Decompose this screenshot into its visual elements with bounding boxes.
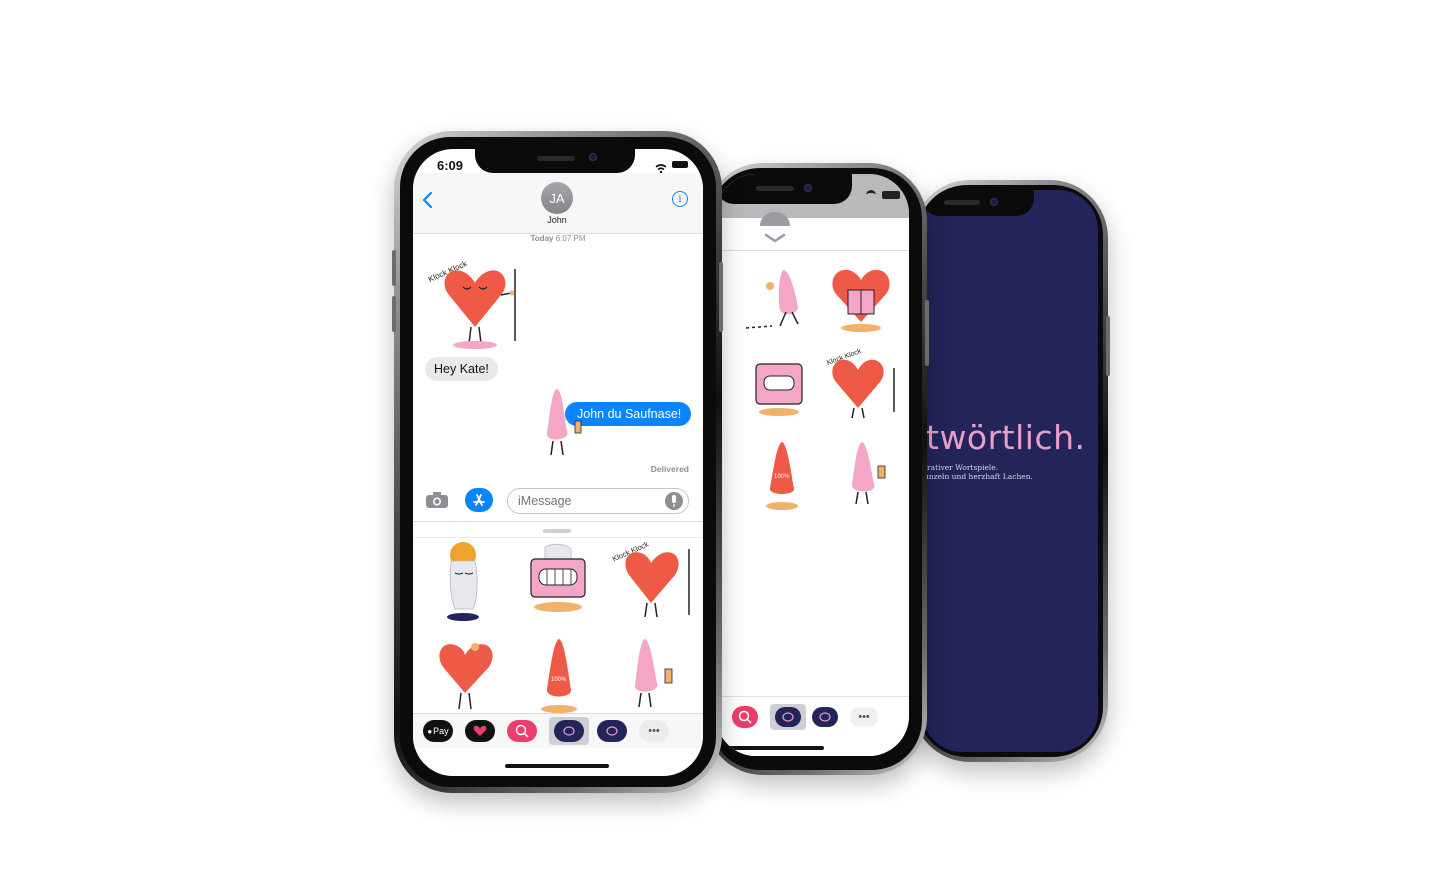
sticker-walking-nose[interactable] <box>744 264 810 334</box>
app-chat-icon[interactable] <box>812 707 838 727</box>
app-search-globe-icon[interactable] <box>732 706 758 728</box>
app-store-icon[interactable] <box>465 488 493 512</box>
app-chat-icon[interactable] <box>597 720 627 742</box>
tagline-line-1: trativer Wortspiele. <box>924 463 999 472</box>
wifi-icon <box>866 190 876 201</box>
sticker-heart-knock-drawer[interactable]: Klock Klock <box>609 540 695 621</box>
tagline-line-2: unzeln und herzhaft Lachen. <box>924 472 1033 481</box>
wifi-icon <box>655 160 667 174</box>
phone-2-speaker <box>756 186 794 191</box>
drawer-divider <box>716 250 909 251</box>
phone-3-camera <box>990 198 998 206</box>
heart-app-icon[interactable] <box>465 720 495 742</box>
timestamp-time: 6:07 PM <box>555 234 586 243</box>
app-chat-selected-icon[interactable] <box>770 704 806 730</box>
more-apps-icon[interactable]: ••• <box>850 707 878 727</box>
home-indicator <box>505 764 609 768</box>
phone-1-side-button <box>719 262 723 332</box>
wortlich-wordmark: twörtlich. <box>926 418 1086 457</box>
app-drawer-divider <box>716 696 909 697</box>
sticker-red-nose-100[interactable]: 100% <box>529 633 589 717</box>
sticker-pink-nose-drink[interactable] <box>836 436 896 510</box>
sticker-grinning-card[interactable] <box>523 541 593 615</box>
contact-avatar[interactable]: JA <box>541 182 573 214</box>
apple-pay-label: Pay <box>433 726 449 736</box>
info-button[interactable]: i <box>672 191 688 207</box>
sticker-badge: 100% <box>774 474 790 480</box>
sticker-heart-salute[interactable] <box>431 633 501 713</box>
sticker-pink-nose-drink-drawer[interactable] <box>619 633 679 713</box>
phone-2-camera <box>804 184 812 192</box>
phone-1-camera <box>589 153 597 161</box>
phone-1-screen: 6:09 JA John i Today 6:07 PM Klock Klock… <box>413 149 703 776</box>
battery-icon <box>672 161 688 168</box>
apple-logo-icon: ● <box>427 726 433 736</box>
drawer-top-border <box>413 521 703 522</box>
timestamp-day: Today <box>530 234 554 243</box>
sticker-pink-nose-drink[interactable] <box>531 383 587 459</box>
contact-name[interactable]: John <box>541 215 573 225</box>
sticker-heart-knock[interactable]: Klock Klock <box>824 348 900 422</box>
sticker-grinning-card[interactable] <box>746 350 812 420</box>
app-search-globe-icon[interactable] <box>507 720 537 742</box>
collapse-chevron-icon[interactable] <box>764 230 786 243</box>
home-indicator <box>728 746 824 750</box>
phone-1-volume-down <box>392 296 396 332</box>
phone-1-notch <box>475 149 635 173</box>
sticker-red-nose-100[interactable]: 100% <box>752 436 812 512</box>
drawer-header-border <box>413 537 703 538</box>
phone-1-speaker <box>537 156 575 161</box>
battery-icon <box>882 191 900 199</box>
microphone-icon[interactable] <box>665 492 683 510</box>
sticker-heart-gift[interactable] <box>826 260 896 334</box>
phone-3-speaker <box>944 200 980 205</box>
app-chat-selected-icon[interactable] <box>549 717 589 745</box>
apple-pay-icon[interactable]: ● Pay <box>423 720 453 742</box>
phone-3-screen: twörtlich. trativer Wortspiele. unzeln u… <box>922 190 1098 752</box>
delivered-label: Delivered <box>650 464 689 474</box>
received-message-bubble[interactable]: Hey Kate! <box>425 357 498 381</box>
phone-3-side-button <box>1106 316 1110 376</box>
sticker-heart-knock[interactable]: Klock Klock <box>425 259 525 351</box>
drawer-grabber[interactable] <box>543 529 571 533</box>
sticker-ginger-girl[interactable] <box>433 539 495 623</box>
camera-icon[interactable] <box>425 491 449 509</box>
drawer-sticker-badge: 100% <box>551 677 567 683</box>
wordmark-t-highlight <box>926 422 938 450</box>
thread-timestamp: Today 6:07 PM <box>413 234 703 243</box>
imessage-input[interactable] <box>507 488 689 514</box>
status-time: 6:09 <box>437 158 464 173</box>
phone-2-side-button <box>925 300 929 366</box>
more-apps-icon[interactable]: ••• <box>639 720 669 742</box>
phone-2-screen: Klock Klock 100% ••• <box>716 174 909 756</box>
back-button[interactable] <box>421 191 435 209</box>
phone-1-volume-up <box>392 250 396 286</box>
